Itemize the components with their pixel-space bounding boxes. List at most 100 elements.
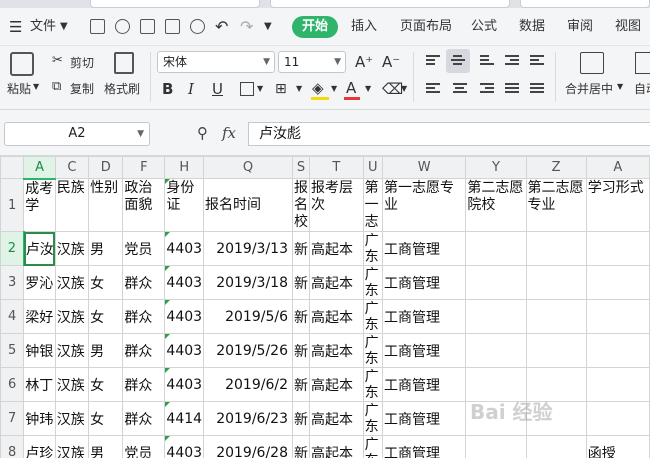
table-cell[interactable]: 广东 xyxy=(362,435,383,458)
scissors-icon[interactable]: ✂ xyxy=(52,53,63,68)
chevron-down-icon[interactable]: ▼ xyxy=(331,84,337,93)
header-cell[interactable]: 民族 xyxy=(54,178,90,232)
table-cell[interactable]: 高起本 xyxy=(309,333,364,368)
table-cell[interactable] xyxy=(465,333,527,368)
table-cell[interactable]: 女 xyxy=(88,367,124,402)
table-cell[interactable]: 2019/6/2 xyxy=(203,367,293,402)
merge-center-button[interactable]: 合并居中 xyxy=(565,80,613,97)
table-cell[interactable] xyxy=(465,231,527,266)
table-cell[interactable]: 工商管理 xyxy=(381,265,467,300)
redo-icon[interactable]: ↷ xyxy=(240,16,253,38)
table-cell[interactable]: 广东 xyxy=(362,265,383,300)
bold-button[interactable]: B xyxy=(162,80,173,98)
table-cell[interactable] xyxy=(465,265,527,300)
fill-color-icon[interactable]: ◈ xyxy=(312,79,324,97)
header-cell[interactable]: 身份证 xyxy=(164,178,205,232)
chevron-down-icon[interactable]: ▼ xyxy=(296,84,302,93)
table-cell[interactable]: 4414 xyxy=(164,401,205,436)
table-cell[interactable]: 工商管理 xyxy=(381,333,467,368)
table-cell[interactable]: 群众 xyxy=(122,299,166,334)
table-cell[interactable] xyxy=(585,265,650,300)
header-cell[interactable]: 成考学 xyxy=(23,178,56,232)
tab-view[interactable]: 视图 xyxy=(615,16,641,38)
column-header-q[interactable]: Q xyxy=(203,156,293,179)
table-cell[interactable]: 2019/3/13 xyxy=(203,231,293,266)
align-center-icon[interactable] xyxy=(453,83,467,95)
table-cell[interactable]: 4403 xyxy=(164,367,205,402)
table-cell[interactable]: 汉族 xyxy=(54,435,90,458)
table-cell[interactable]: 工商管理 xyxy=(381,401,467,436)
table-cell[interactable]: 高起本 xyxy=(309,231,364,266)
table-cell[interactable]: 新 xyxy=(292,333,310,368)
cut-button[interactable]: 剪切 xyxy=(70,54,94,71)
table-cell[interactable]: 汉族 xyxy=(54,299,90,334)
font-color-icon[interactable]: A xyxy=(346,79,356,97)
align-middle-icon[interactable] xyxy=(451,55,465,67)
window-tab[interactable] xyxy=(270,0,510,8)
table-cell[interactable]: 新 xyxy=(292,367,310,402)
align-bottom-icon[interactable] xyxy=(480,55,494,67)
increase-font-icon[interactable]: A⁺ xyxy=(355,53,373,71)
table-cell[interactable]: 女 xyxy=(88,299,124,334)
table-cell[interactable]: 梁好 xyxy=(23,299,56,334)
table-cell[interactable]: 2019/6/23 xyxy=(203,401,293,436)
italic-button[interactable]: I xyxy=(188,80,194,98)
chevron-down-icon[interactable]: ▼ xyxy=(365,84,371,93)
table-cell[interactable]: 广东 xyxy=(362,401,383,436)
underline-button[interactable]: U xyxy=(212,80,223,98)
header-cell[interactable]: 第一志 xyxy=(362,178,383,232)
chevron-down-icon[interactable]: ▼ xyxy=(257,84,263,93)
table-cell[interactable] xyxy=(525,299,587,334)
chevron-down-icon[interactable]: ▼ xyxy=(137,123,144,145)
select-all-corner[interactable] xyxy=(0,156,25,179)
open-icon[interactable] xyxy=(115,19,130,34)
table-cell[interactable] xyxy=(465,367,527,402)
paste-button[interactable]: 粘贴 xyxy=(7,80,31,97)
decrease-indent-icon[interactable] xyxy=(505,55,519,67)
print-preview-icon[interactable] xyxy=(190,19,205,34)
copy-icon[interactable]: ⧉ xyxy=(52,79,61,94)
column-header-s[interactable]: S xyxy=(292,156,310,179)
table-cell[interactable]: 高起本 xyxy=(309,367,364,402)
table-cell[interactable]: 男 xyxy=(88,435,124,458)
table-cell[interactable] xyxy=(525,265,587,300)
table-cell[interactable]: 女 xyxy=(88,401,124,436)
undo-icon[interactable]: ↶ xyxy=(215,16,228,38)
table-cell[interactable]: 广东 xyxy=(362,299,383,334)
decrease-font-icon[interactable]: A⁻ xyxy=(382,53,400,71)
justify-icon[interactable] xyxy=(505,83,519,95)
column-header-y[interactable]: Y xyxy=(465,156,527,179)
table-cell[interactable]: 党员 xyxy=(122,231,166,266)
chevron-down-icon[interactable]: ▼ xyxy=(401,84,407,93)
print-icon[interactable] xyxy=(165,19,180,34)
table-cell[interactable]: 男 xyxy=(88,231,124,266)
table-cell[interactable]: 汉族 xyxy=(54,231,90,266)
formula-input[interactable]: 卢汝彪 xyxy=(248,122,650,146)
table-cell[interactable] xyxy=(525,333,587,368)
table-cell[interactable]: 女 xyxy=(88,265,124,300)
table-cell[interactable]: 4403 xyxy=(164,299,205,334)
table-cell[interactable]: 4403 xyxy=(164,435,205,458)
table-cell[interactable]: 群众 xyxy=(122,333,166,368)
row-header[interactable]: 8 xyxy=(0,435,25,458)
column-header-a[interactable]: A xyxy=(23,156,56,180)
table-cell[interactable] xyxy=(465,401,527,436)
format-painter-button[interactable]: 格式刷 xyxy=(104,80,140,97)
table-cell[interactable]: 2019/5/26 xyxy=(203,333,293,368)
header-cell[interactable]: 第一志愿专业 xyxy=(381,178,467,232)
new-file-icon[interactable] xyxy=(90,19,105,34)
table-cell[interactable]: 钟银 xyxy=(23,333,56,368)
table-cell[interactable]: 工商管理 xyxy=(381,435,467,458)
table-cell[interactable]: 群众 xyxy=(122,265,166,300)
table-cell[interactable]: 汉族 xyxy=(54,333,90,368)
table-cell[interactable]: 广东 xyxy=(362,231,383,266)
table-cell[interactable]: 2019/6/28 xyxy=(203,435,293,458)
window-tab[interactable] xyxy=(520,0,650,8)
tab-review[interactable]: 审阅 xyxy=(567,16,593,38)
table-cell[interactable] xyxy=(525,367,587,402)
tab-formulas[interactable]: 公式 xyxy=(471,16,497,38)
table-cell[interactable]: 高起本 xyxy=(309,435,364,458)
wrap-text-icon[interactable] xyxy=(635,52,650,74)
name-box[interactable]: A2 ▼ xyxy=(4,122,150,146)
column-header-aa[interactable]: A xyxy=(585,156,650,179)
